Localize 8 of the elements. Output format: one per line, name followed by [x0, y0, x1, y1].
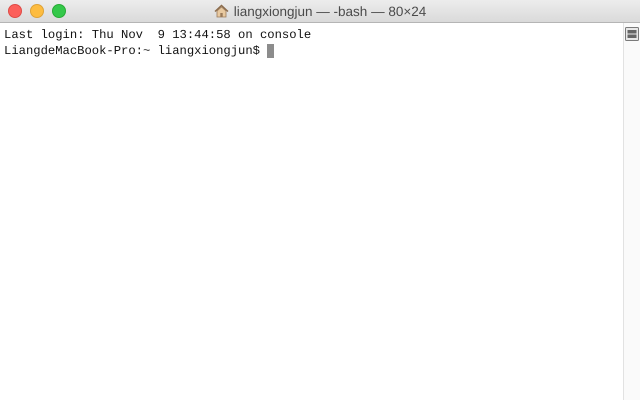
split-pane-icon[interactable] — [625, 27, 639, 41]
home-icon — [214, 4, 229, 18]
zoom-button[interactable] — [52, 4, 66, 18]
window-title: liangxiongjun — -bash — 80×24 — [234, 4, 426, 18]
terminal-line: LiangdeMacBook-Pro:~ liangxiongjun$ — [4, 43, 261, 59]
close-button[interactable] — [8, 4, 22, 18]
terminal-line: Last login: Thu Nov 9 13:44:58 on console — [4, 27, 312, 43]
minimize-button[interactable] — [30, 4, 44, 18]
